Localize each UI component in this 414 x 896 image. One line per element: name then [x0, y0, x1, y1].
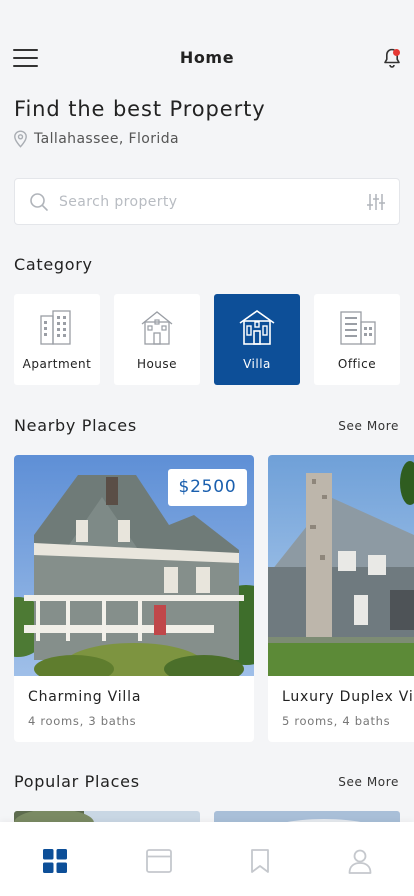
category-label: Apartment [22, 357, 92, 371]
category-house[interactable]: House [114, 294, 200, 385]
headline: Find the best Property [14, 97, 266, 121]
app-header: Home [0, 40, 414, 76]
search-bar [14, 178, 400, 225]
price-badge: $2500 [168, 469, 247, 506]
category-apartment[interactable]: Apartment [14, 294, 100, 385]
property-name: Charming Villa [28, 689, 142, 705]
page-title: Home [179, 48, 235, 67]
dashboard-grid-icon [43, 849, 67, 873]
category-label: House [136, 357, 178, 371]
category-villa[interactable]: Villa [214, 294, 300, 385]
search-input[interactable] [59, 179, 349, 224]
office-building-icon [340, 311, 376, 345]
category-title: Category [14, 255, 93, 274]
nav-saved[interactable] [246, 847, 274, 875]
category-office[interactable]: Office [314, 294, 400, 385]
category-label: Office [337, 357, 377, 371]
villa-icon [239, 310, 275, 345]
property-card[interactable]: $2500 Charming Villa 4 rooms, 3 baths [14, 455, 254, 742]
house-icon [141, 311, 173, 345]
bottom-navigation [0, 822, 414, 896]
popular-see-more-link[interactable]: See More [338, 775, 399, 789]
property-name: Luxury Duplex Vil [282, 689, 414, 705]
nearby-see-more-link[interactable]: See More [338, 419, 399, 433]
search-icon [30, 193, 48, 211]
nav-home[interactable] [41, 847, 69, 875]
filter-sliders-icon[interactable] [365, 191, 387, 213]
browser-window-icon [146, 849, 172, 873]
apartment-building-icon [40, 310, 71, 345]
property-card[interactable]: Luxury Duplex Vil 5 rooms, 4 baths [268, 455, 414, 742]
location-row[interactable]: Tallahassee, Florida [13, 129, 179, 149]
location-text: Tallahassee, Florida [34, 131, 179, 147]
property-details: 4 rooms, 3 baths [28, 714, 137, 728]
stone-chimney-house-photo [268, 455, 414, 676]
location-pin-icon [14, 130, 27, 148]
property-details: 5 rooms, 4 baths [282, 714, 391, 728]
nav-profile[interactable] [346, 847, 374, 875]
nearby-title: Nearby Places [14, 416, 137, 435]
nav-listings[interactable] [145, 847, 173, 875]
user-profile-icon [348, 849, 372, 874]
bell-icon [384, 48, 400, 68]
bookmark-icon [251, 849, 269, 873]
notification-button[interactable] [380, 46, 404, 70]
notification-dot [393, 49, 400, 56]
category-label: Villa [243, 357, 271, 371]
popular-title: Popular Places [14, 772, 140, 791]
